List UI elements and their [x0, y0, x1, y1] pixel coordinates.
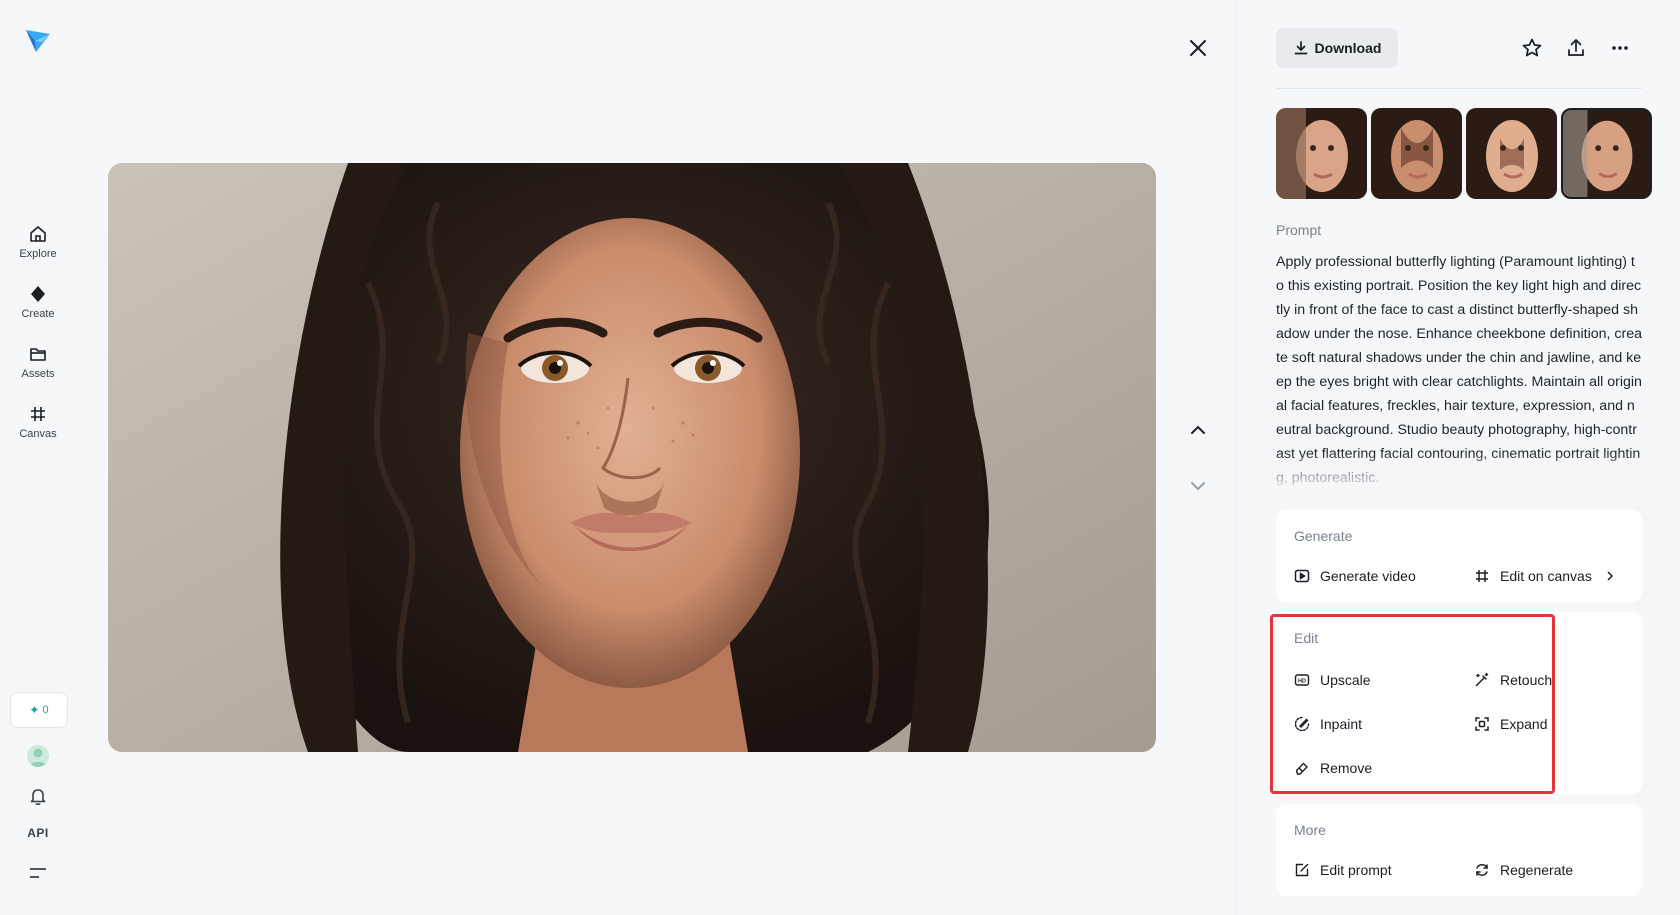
- star-icon[interactable]: [1520, 36, 1544, 60]
- svg-text:HD: HD: [1298, 679, 1306, 685]
- eraser-icon: [1295, 762, 1308, 775]
- remove-button[interactable]: Remove: [1294, 760, 1372, 776]
- user-avatar-icon: [29, 748, 47, 767]
- retouch-button[interactable]: Retouch: [1474, 672, 1552, 688]
- prompt-label: Prompt: [1276, 222, 1322, 238]
- thumbnail-image: [1466, 108, 1557, 199]
- nav-label: Create: [21, 308, 55, 320]
- remove-label: Remove: [1320, 760, 1373, 776]
- edit-prompt-icon: [1295, 863, 1309, 877]
- logo-icon[interactable]: [24, 26, 52, 54]
- main-image: [108, 163, 1156, 752]
- edit-on-canvas-button[interactable]: Edit on canvas: [1474, 568, 1618, 584]
- download-button[interactable]: Download: [1276, 28, 1398, 68]
- folder-icon: [30, 348, 46, 361]
- left-nav: Explore Create Assets Canvas ✦ 0 API: [0, 0, 76, 915]
- prompt-fade: [1276, 452, 1642, 492]
- magic-wand-icon: [1475, 672, 1489, 687]
- panel-separator: [1276, 88, 1642, 89]
- thumbnail-3[interactable]: [1466, 108, 1557, 199]
- retouch-label: Retouch: [1500, 672, 1553, 688]
- close-icon[interactable]: [1186, 36, 1210, 60]
- portrait-image: [108, 163, 1156, 752]
- nav-item-create[interactable]: Create: [8, 284, 68, 320]
- nav-item-explore[interactable]: Explore: [8, 224, 68, 260]
- generate-card: Generate Generate video Edit on canvas: [1276, 510, 1642, 602]
- panel-divider: [1236, 0, 1237, 915]
- nav-label: Explore: [19, 248, 57, 260]
- chevron-up-icon[interactable]: [1186, 418, 1210, 442]
- upscale-label: Upscale: [1320, 672, 1371, 688]
- upscale-button[interactable]: HD Upscale: [1294, 672, 1371, 688]
- nav-item-assets[interactable]: Assets: [8, 344, 68, 380]
- credits-count: 0: [42, 704, 49, 716]
- thumbnail-image: [1276, 108, 1367, 199]
- thumbnail-1[interactable]: [1276, 108, 1367, 199]
- thumbnail-image: [1562, 109, 1651, 198]
- chevron-down-icon[interactable]: [1186, 474, 1210, 498]
- chevron-right-icon: [1607, 571, 1613, 581]
- api-link[interactable]: API: [20, 826, 56, 840]
- canvas-icon: [1476, 570, 1488, 582]
- hd-icon: HD: [1294, 674, 1310, 686]
- refresh-icon: [1476, 864, 1488, 876]
- more-title: More: [1294, 822, 1326, 838]
- edit-on-canvas-label: Edit on canvas: [1500, 568, 1592, 584]
- edit-prompt-button[interactable]: Edit prompt: [1294, 862, 1392, 878]
- download-label: Download: [1314, 40, 1382, 56]
- expand-icon: [1475, 717, 1489, 731]
- home-icon: [30, 226, 46, 242]
- menu-toggle-icon[interactable]: [27, 866, 49, 880]
- generate-title: Generate: [1294, 528, 1353, 544]
- inpaint-label: Inpaint: [1320, 716, 1363, 732]
- share-icon[interactable]: [1564, 36, 1588, 60]
- regenerate-button[interactable]: Regenerate: [1474, 862, 1573, 878]
- generate-video-label: Generate video: [1320, 568, 1416, 584]
- more-card: More Edit prompt Regenerate: [1276, 804, 1642, 896]
- regenerate-label: Regenerate: [1500, 862, 1574, 878]
- nav-label: Assets: [21, 368, 55, 380]
- thumbnail-strip: [1276, 108, 1652, 199]
- generate-video-button[interactable]: Generate video: [1294, 568, 1416, 584]
- thumbnail-2[interactable]: [1371, 108, 1462, 199]
- canvas-icon: [31, 407, 45, 421]
- edit-title: Edit: [1294, 630, 1319, 646]
- inpaint-brush-icon: [1294, 716, 1310, 732]
- edit-card: Edit HD Upscale Retouch Inpaint Expand R…: [1276, 612, 1642, 794]
- sparkle-icon: ✦: [29, 703, 40, 717]
- expand-label: Expand: [1500, 716, 1548, 732]
- more-options-icon[interactable]: [1608, 36, 1632, 60]
- credits-badge[interactable]: ✦ 0: [10, 692, 68, 728]
- bell-icon[interactable]: [27, 785, 49, 807]
- play-video-icon: [1294, 569, 1310, 583]
- thumbnail-4-selected[interactable]: [1561, 108, 1652, 199]
- download-icon: [1294, 41, 1307, 55]
- inpaint-button[interactable]: Inpaint: [1294, 716, 1362, 732]
- nav-item-canvas[interactable]: Canvas: [8, 404, 68, 440]
- edit-prompt-label: Edit prompt: [1320, 862, 1392, 878]
- nav-label: Canvas: [19, 428, 57, 440]
- diamond-icon: [31, 286, 45, 302]
- avatar[interactable]: [27, 745, 49, 767]
- thumbnail-image: [1371, 108, 1462, 199]
- expand-button[interactable]: Expand: [1474, 716, 1547, 732]
